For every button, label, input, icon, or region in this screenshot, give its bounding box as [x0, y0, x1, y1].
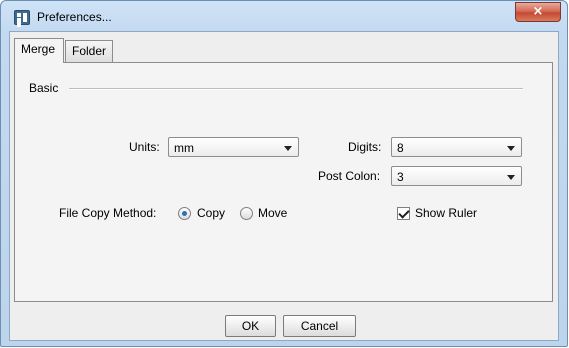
post-colon-dropdown[interactable]: 3 — [391, 166, 522, 186]
units-value: mm — [174, 141, 194, 155]
copy-radio-label[interactable]: Copy — [197, 206, 225, 220]
app-window-icon — [14, 10, 30, 25]
units-label: Units: — [129, 140, 160, 154]
preferences-window: Preferences... × Merge Folder Basic Unit… — [0, 0, 568, 347]
ok-button[interactable]: OK — [225, 315, 276, 337]
tab-folder[interactable]: Folder — [65, 40, 113, 62]
move-radio-label[interactable]: Move — [258, 206, 287, 220]
units-dropdown[interactable]: mm — [168, 137, 299, 157]
digits-label: Digits: — [348, 140, 382, 154]
close-icon: × — [532, 4, 544, 19]
move-radio[interactable] — [240, 207, 253, 220]
show-ruler-label[interactable]: Show Ruler — [415, 206, 477, 220]
copy-radio[interactable] — [178, 207, 191, 220]
dialog-body: Merge Folder Basic Units: mm Digits: 8 P… — [9, 31, 559, 341]
cancel-button[interactable]: Cancel — [283, 315, 356, 337]
basic-group-divider — [69, 88, 523, 90]
chevron-down-icon — [284, 146, 292, 151]
show-ruler-checkbox[interactable] — [397, 207, 410, 220]
tab-merge[interactable]: Merge — [14, 38, 64, 63]
tab-merge-label: Merge — [21, 42, 56, 56]
window-title: Preferences... — [37, 10, 112, 24]
file-copy-method-label: File Copy Method: — [59, 206, 157, 220]
chevron-down-icon — [507, 146, 515, 151]
digits-value: 8 — [397, 141, 404, 155]
title-bar[interactable]: Preferences... × — [1, 1, 567, 31]
close-button[interactable]: × — [515, 2, 561, 22]
post-colon-value: 3 — [397, 170, 404, 184]
tab-folder-label: Folder — [72, 44, 107, 58]
basic-group-label: Basic — [29, 81, 59, 95]
digits-dropdown[interactable]: 8 — [391, 137, 522, 157]
merge-panel: Basic Units: mm Digits: 8 Post Colon: 3 … — [14, 62, 553, 302]
post-colon-label: Post Colon: — [318, 169, 381, 183]
chevron-down-icon — [507, 175, 515, 180]
